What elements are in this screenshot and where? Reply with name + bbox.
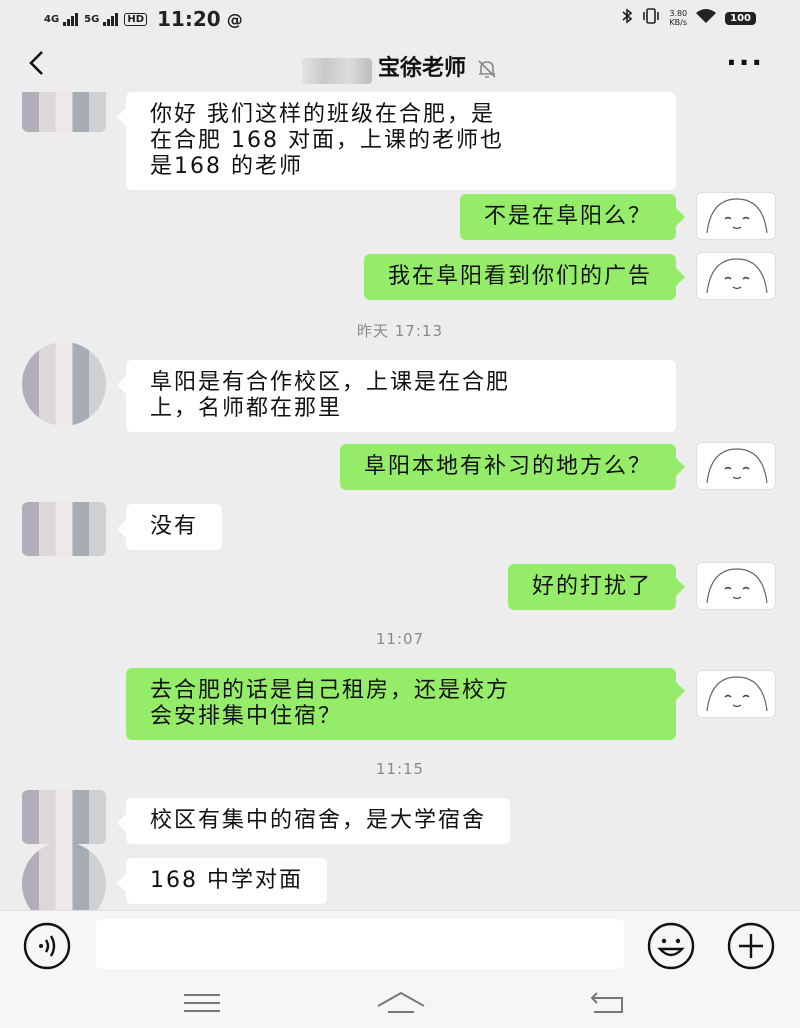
- message-bubble-incoming[interactable]: 阜阳是有合作校区，上课是在合肥 上，名师都在那里: [117, 360, 676, 432]
- message-line: 我在阜阳看到你们的广告: [387, 264, 652, 289]
- hd-voice-badge: HD: [124, 12, 148, 26]
- message-bubble-incoming[interactable]: 168 中学对面: [117, 858, 327, 904]
- timestamp: 昨天 17:13: [357, 322, 443, 340]
- contact-avatar[interactable]: [22, 342, 106, 426]
- menu-icon: [184, 994, 220, 1012]
- wifi-icon: [695, 8, 717, 28]
- emoji-button[interactable]: [646, 921, 696, 971]
- message-line: 在合肥 168 对面，上课的老师也: [150, 128, 504, 153]
- chat-header: 宝徐老师 ···: [0, 36, 800, 92]
- mute-bell-icon: [476, 58, 498, 84]
- my-avatar[interactable]: [696, 192, 776, 240]
- home-button[interactable]: [374, 988, 428, 1018]
- return-button[interactable]: [588, 988, 628, 1018]
- message-line: 上，名师都在那里: [150, 396, 343, 421]
- more-functions-button[interactable]: [726, 921, 776, 971]
- contact-avatar[interactable]: [22, 92, 106, 132]
- network-type-2: 5G: [84, 13, 100, 25]
- plus-icon: [727, 922, 775, 970]
- contact-avatar[interactable]: [22, 790, 106, 844]
- network-speed: 3.80 KB/s: [669, 9, 687, 27]
- chat-title: 宝徐老师: [377, 56, 466, 81]
- voice-button[interactable]: [22, 921, 72, 971]
- message-line: 校区有集中的宿舍，是大学宿舍: [150, 808, 487, 833]
- input-bar: [0, 910, 800, 978]
- message-line: 是168 的老师: [150, 154, 303, 179]
- system-navigation-bar: [0, 978, 800, 1028]
- voice-icon: [23, 922, 71, 970]
- my-avatar[interactable]: [696, 562, 776, 610]
- message-line: 阜阳本地有补习的地方么？: [363, 454, 652, 479]
- clock: 11:20: [157, 7, 221, 31]
- message-input[interactable]: [96, 919, 624, 969]
- message-line: 阜阳是有合作校区，上课是在合肥: [150, 370, 511, 395]
- vibrate-icon: [641, 8, 661, 28]
- message-bubble-outgoing[interactable]: 去合肥的话是自己租房，还是校方 会安排集中住宿？: [126, 668, 685, 740]
- message-list[interactable]: 你好 我们这样的班级在合肥，是 在合肥 168 对面，上课的老师也 是168 的…: [0, 92, 800, 910]
- contact-avatar[interactable]: [22, 502, 106, 556]
- bluetooth-icon: [621, 8, 633, 28]
- my-avatar[interactable]: [696, 670, 776, 718]
- network-type-1: 4G: [44, 13, 60, 25]
- message-bubble-incoming[interactable]: 校区有集中的宿舍，是大学宿舍: [116, 798, 511, 844]
- message-bubble-outgoing[interactable]: 我在阜阳看到你们的广告: [363, 254, 686, 300]
- message-line: 去合肥的话是自己租房，还是校方: [150, 678, 511, 703]
- message-bubble-outgoing[interactable]: 阜阳本地有补习的地方么？: [339, 444, 686, 490]
- battery-indicator: 100: [725, 11, 756, 25]
- message-line: 好的打扰了: [531, 574, 652, 599]
- home-icon: [377, 991, 425, 1013]
- timestamp: 11:07: [375, 630, 425, 648]
- message-line: 你好 我们这样的班级在合肥，是: [150, 102, 495, 127]
- signal-icon: [63, 12, 79, 26]
- speed-value: 3.80: [669, 9, 688, 18]
- more-icon: ···: [726, 46, 764, 79]
- blurred-name-prefix: [301, 57, 372, 84]
- menu-button[interactable]: [182, 988, 222, 1018]
- message-line: 168 中学对面: [150, 868, 303, 893]
- back-return-icon: [590, 992, 623, 1013]
- signal-icon-2: [103, 12, 119, 26]
- message-line: 不是在阜阳么？: [483, 204, 652, 229]
- message-line: 没有: [150, 514, 199, 539]
- status-bar: 4G 5G HD 11:20 @ 3.80 KB/s 100: [0, 0, 800, 36]
- speed-unit: KB/s: [669, 18, 688, 27]
- my-avatar[interactable]: [696, 252, 776, 300]
- contact-avatar[interactable]: [22, 842, 106, 910]
- my-avatar[interactable]: [696, 442, 776, 490]
- more-button[interactable]: ···: [726, 46, 764, 79]
- message-bubble-incoming[interactable]: 没有: [116, 504, 223, 550]
- timestamp: 11:15: [375, 760, 425, 778]
- message-bubble-incoming[interactable]: 你好 我们这样的班级在合肥，是 在合肥 168 对面，上课的老师也 是168 的…: [117, 92, 676, 190]
- app-notification-icon: @: [226, 9, 243, 29]
- message-bubble-outgoing[interactable]: 好的打扰了: [507, 564, 686, 610]
- emoji-icon: [647, 922, 695, 970]
- message-line: 会安排集中住宿？: [150, 704, 343, 729]
- message-bubble-outgoing[interactable]: 不是在阜阳么？: [459, 194, 686, 240]
